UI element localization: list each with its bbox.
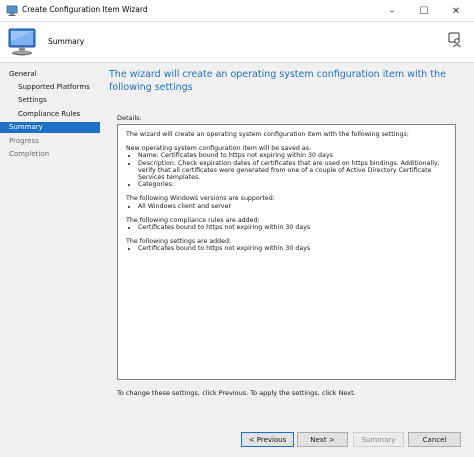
computer-monitor-icon <box>8 28 36 56</box>
window-title: Create Configuration Item Wizard <box>22 5 148 14</box>
title-bar: Create Configuration Item Wizard – ☐ ✕ <box>0 0 474 22</box>
nav-item-completion: Completion <box>9 150 50 158</box>
windows-heading: The following Windows versions are suppo… <box>126 195 275 203</box>
next-button[interactable]: Next > <box>297 432 348 447</box>
list-item: All Windows client and server <box>138 203 447 210</box>
nav-item-supported-platforms[interactable]: Supported Platforms <box>0 82 100 93</box>
saved-as-heading: New operating system configuration item … <box>126 145 312 153</box>
instruction-text: To change these settings, click Previous… <box>117 389 356 397</box>
rules-list: Certificates bound to https not expiring… <box>126 224 447 231</box>
nav-item-compliance-rules[interactable]: Compliance Rules <box>0 109 100 120</box>
wizard-nav: General Supported Platforms Settings Com… <box>0 63 104 457</box>
details-intro: The wizard will create an operating syst… <box>126 131 409 138</box>
list-item: Name: Certificates bound to https not ex… <box>138 152 447 159</box>
page-title: Summary <box>48 37 85 46</box>
nav-item-settings[interactable]: Settings <box>0 95 100 106</box>
details-textbox[interactable]: The wizard will create an operating syst… <box>117 124 456 380</box>
help-person-icon[interactable] <box>448 32 462 48</box>
settings-heading: The following settings are added: <box>126 238 232 246</box>
details-label: Details: <box>117 114 142 122</box>
saved-as-list: Name: Certificates bound to https not ex… <box>126 152 447 188</box>
nav-item-general[interactable]: General <box>0 69 100 80</box>
nav-item-summary[interactable]: Summary <box>0 122 100 133</box>
main-heading: The wizard will create an operating syst… <box>109 69 446 93</box>
summary-button: Summary <box>353 432 404 447</box>
list-item: Categories: <box>138 181 447 188</box>
windows-list: All Windows client and server <box>126 203 447 210</box>
minimize-button[interactable]: – <box>376 0 408 22</box>
maximize-button[interactable]: ☐ <box>408 0 440 22</box>
cancel-button[interactable]: Cancel <box>408 432 461 447</box>
wizard-header: Summary <box>0 22 474 63</box>
settings-list: Certificates bound to https not expiring… <box>126 245 447 252</box>
list-item: Certificates bound to https not expiring… <box>138 224 447 231</box>
close-button[interactable]: ✕ <box>440 0 472 22</box>
list-item: Certificates bound to https not expiring… <box>138 245 447 252</box>
rules-heading: The following compliance rules are added… <box>126 216 260 224</box>
nav-item-progress: Progress <box>9 137 39 145</box>
list-item: Description: Check expiration dates of c… <box>138 160 447 182</box>
app-icon <box>6 5 18 16</box>
previous-button[interactable]: < Previous <box>241 432 294 447</box>
